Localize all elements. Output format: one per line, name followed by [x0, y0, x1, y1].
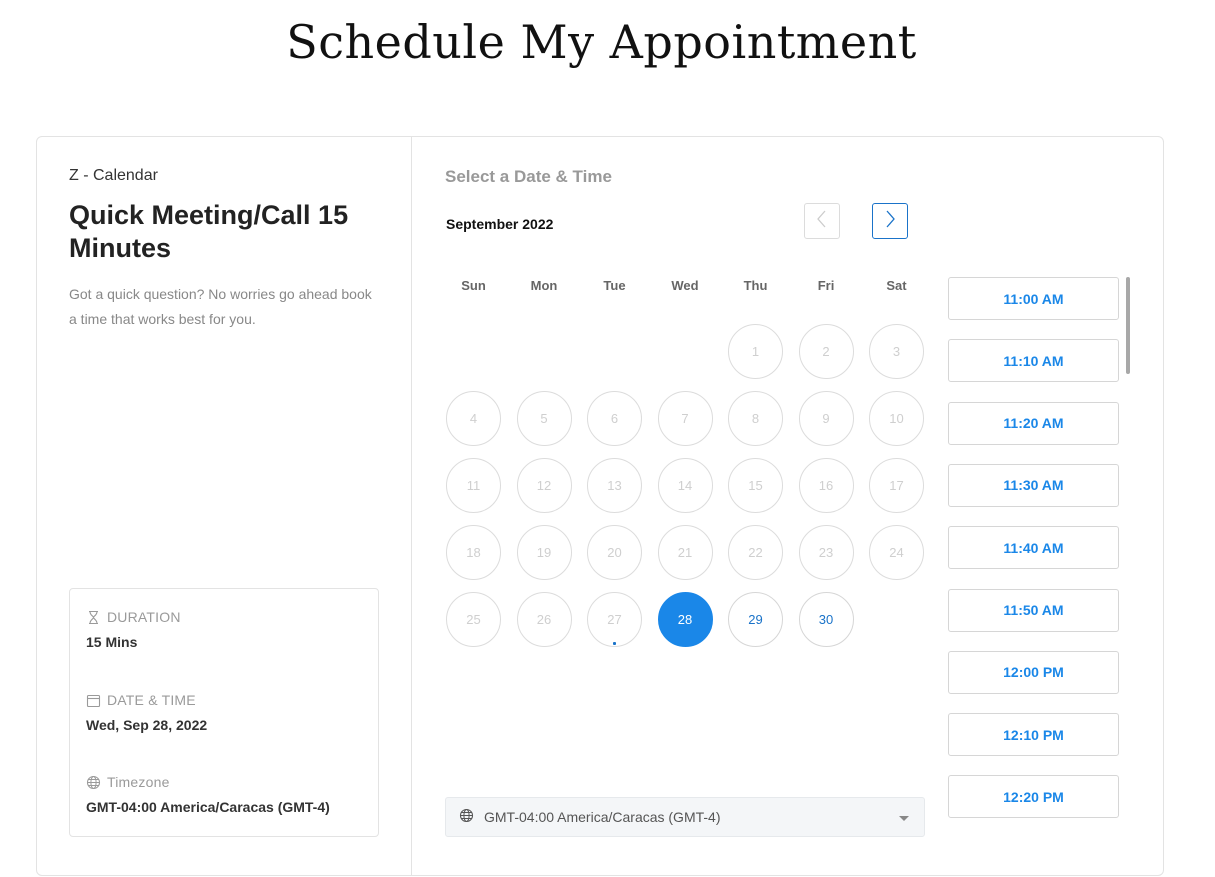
event-title: Quick Meeting/Call 15 Minutes	[69, 200, 349, 263]
calendar-day-22: 22	[728, 525, 783, 580]
booking-details-box: DURATION 15 Mins DATE & TIME Wed, Sep 28…	[69, 588, 379, 837]
globe-icon	[86, 775, 101, 790]
timezone-select-value: GMT-04:00 America/Caracas (GMT-4)	[484, 809, 721, 825]
time-slot-button[interactable]: 11:00 AM	[948, 277, 1119, 320]
calendar-day-24: 24	[869, 525, 924, 580]
weekday-fri: Fri	[817, 278, 835, 293]
calendar-day-2: 2	[798, 324, 854, 379]
time-slot-button[interactable]: 11:40 AM	[948, 526, 1119, 570]
globe-icon	[459, 808, 474, 826]
page-title: Schedule My Appointment	[286, 15, 917, 69]
timezone-value: GMT-04:00 America/Caracas (GMT-4)	[86, 799, 330, 815]
timezone-label: Timezone	[107, 774, 170, 790]
calendar-day-14: 14	[657, 458, 713, 513]
time-slot-button[interactable]: 12:10 PM	[948, 713, 1119, 757]
weekday-tue: Tue	[603, 278, 626, 293]
calendar-day-30[interactable]: 30	[798, 592, 854, 647]
time-slot-button[interactable]: 12:20 PM	[948, 775, 1119, 819]
calendar-day-10: 10	[869, 391, 924, 446]
select-date-time-heading: Select a Date & Time	[445, 167, 612, 186]
calendar-day-5: 5	[516, 391, 572, 446]
calendar-day-28[interactable]: 28	[657, 592, 713, 647]
time-slot-button[interactable]: 11:20 AM	[948, 401, 1119, 445]
calendar-day-4: 4	[446, 391, 501, 446]
calendar-day-12: 12	[516, 458, 572, 513]
event-info-panel: Z - Calendar Quick Meeting/Call 15 Minut…	[37, 137, 412, 875]
calendar-day-6: 6	[587, 391, 642, 446]
datetime-detail: DATE & TIME Wed, Sep 28, 2022	[86, 692, 207, 733]
time-slot-list[interactable]: 11:00 AM 11:10 AM 11:20 AM 11:30 AM 11:40 AM…	[948, 277, 1134, 877]
chevron-left-icon	[815, 209, 829, 234]
calendar-day-7: 7	[657, 391, 713, 446]
calendar-day-9: 9	[798, 391, 854, 446]
duration-label: DURATION	[107, 609, 181, 625]
calendar-day-16: 16	[798, 458, 854, 513]
calendar-day-8: 8	[728, 391, 783, 446]
calendar-day-26: 26	[516, 592, 572, 647]
event-description: Got a quick question? No worries go ahea…	[69, 286, 372, 327]
time-slot-button[interactable]: 11:30 AM	[948, 463, 1119, 507]
time-slot-scrollbar[interactable]	[1126, 277, 1130, 374]
calendar-day-1: 1	[728, 324, 783, 379]
weekday-sun: Sun	[461, 278, 486, 293]
calendar-day-21: 21	[657, 525, 713, 580]
calendar-day-23: 23	[798, 525, 854, 580]
previous-month-button[interactable]	[804, 203, 840, 239]
calendar-name: Z - Calendar	[69, 167, 158, 184]
date-time-picker: Select a Date & Time September 2022 Sun M…	[412, 137, 1164, 875]
datetime-label: DATE & TIME	[107, 692, 196, 708]
weekday-mon: Mon	[530, 278, 558, 293]
time-slot-button[interactable]: 12:00 PM	[948, 650, 1119, 694]
timezone-detail: Timezone GMT-04:00 America/Caracas (GMT-…	[86, 774, 330, 815]
calendar-day-29[interactable]: 29	[728, 592, 783, 647]
calendar-day-3: 3	[869, 324, 924, 379]
today-indicator	[613, 642, 616, 645]
month-label: September 2022	[446, 216, 554, 232]
calendar-day-15: 15	[728, 458, 783, 513]
calendar-day-18: 18	[446, 525, 501, 580]
chevron-right-icon	[883, 209, 897, 234]
calendar-day-19: 19	[516, 525, 572, 580]
calendar-day-20: 20	[587, 525, 642, 580]
duration-detail: DURATION 15 Mins	[86, 609, 181, 650]
weekday-thu: Thu	[743, 278, 768, 293]
time-slot-button[interactable]: 11:50 AM	[948, 588, 1119, 632]
timezone-select[interactable]: GMT-04:00 America/Caracas (GMT-4)	[445, 797, 925, 837]
calendar-day-25: 25	[446, 592, 501, 647]
calendar-day-11: 11	[446, 458, 501, 513]
booking-card: Z - Calendar Quick Meeting/Call 15 Minut…	[36, 136, 1164, 876]
duration-value: 15 Mins	[86, 634, 138, 650]
calendar-day-17: 17	[869, 458, 924, 513]
next-month-button[interactable]	[872, 203, 908, 239]
time-slot-button[interactable]: 11:10 AM	[948, 339, 1119, 383]
hourglass-icon	[86, 610, 101, 625]
calendar-icon	[86, 693, 101, 708]
weekday-wed: Wed	[671, 278, 699, 293]
datetime-value: Wed, Sep 28, 2022	[86, 717, 208, 733]
calendar-day-13: 13	[587, 458, 642, 513]
calendar-day-27: 27	[587, 592, 642, 647]
weekday-sat: Sat	[886, 278, 907, 293]
caret-down-icon	[899, 816, 909, 821]
